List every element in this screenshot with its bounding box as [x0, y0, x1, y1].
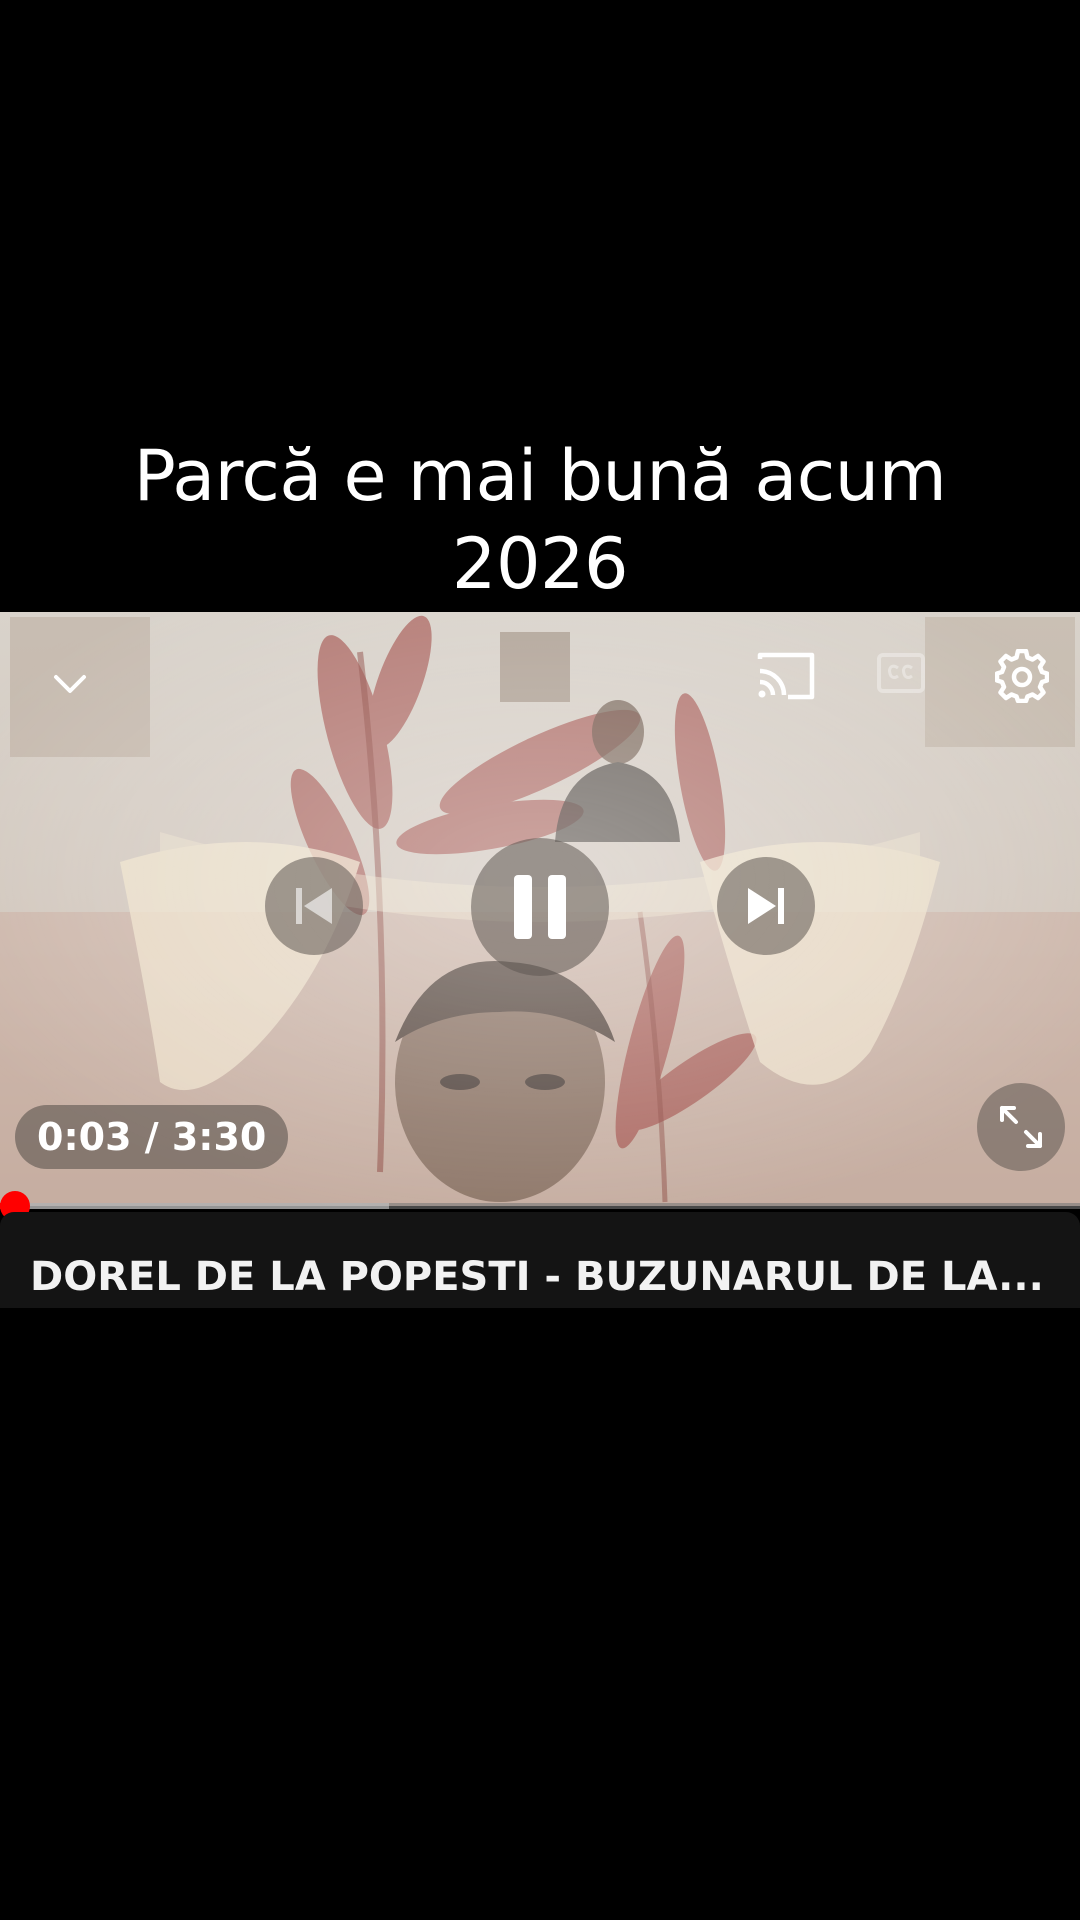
next-button[interactable] [717, 857, 815, 955]
collapse-button[interactable] [38, 652, 102, 716]
pause-icon [514, 875, 566, 939]
buffered-bar [0, 1203, 389, 1209]
cast-button[interactable] [750, 646, 822, 706]
pause-button[interactable] [471, 838, 609, 976]
progress-bar[interactable] [0, 1203, 1080, 1209]
closed-captions-icon [877, 653, 925, 693]
previous-button[interactable] [265, 857, 363, 955]
settings-button[interactable] [992, 646, 1052, 706]
skip-next-icon [748, 888, 784, 924]
fullscreen-button[interactable] [977, 1083, 1065, 1171]
video-title-bar[interactable]: DOREL DE LA POPESTI - BUZUNARUL DE LA... [0, 1212, 1080, 1308]
time-display: 0:03 / 3:30 [15, 1105, 289, 1169]
fullscreen-icon [1000, 1106, 1042, 1148]
caption-line-1: Parcă e mai bună acum [133, 435, 947, 517]
chevron-down-icon [54, 675, 86, 693]
skip-previous-icon [296, 888, 332, 924]
caption-text: Parcă e mai bună acum 2026 [0, 432, 1080, 608]
cast-icon [757, 652, 815, 700]
captions-button[interactable] [876, 652, 926, 694]
gear-icon [995, 649, 1049, 703]
caption-line-2: 2026 [451, 523, 629, 605]
video-title: DOREL DE LA POPESTI - BUZUNARUL DE LA... [30, 1254, 1044, 1300]
